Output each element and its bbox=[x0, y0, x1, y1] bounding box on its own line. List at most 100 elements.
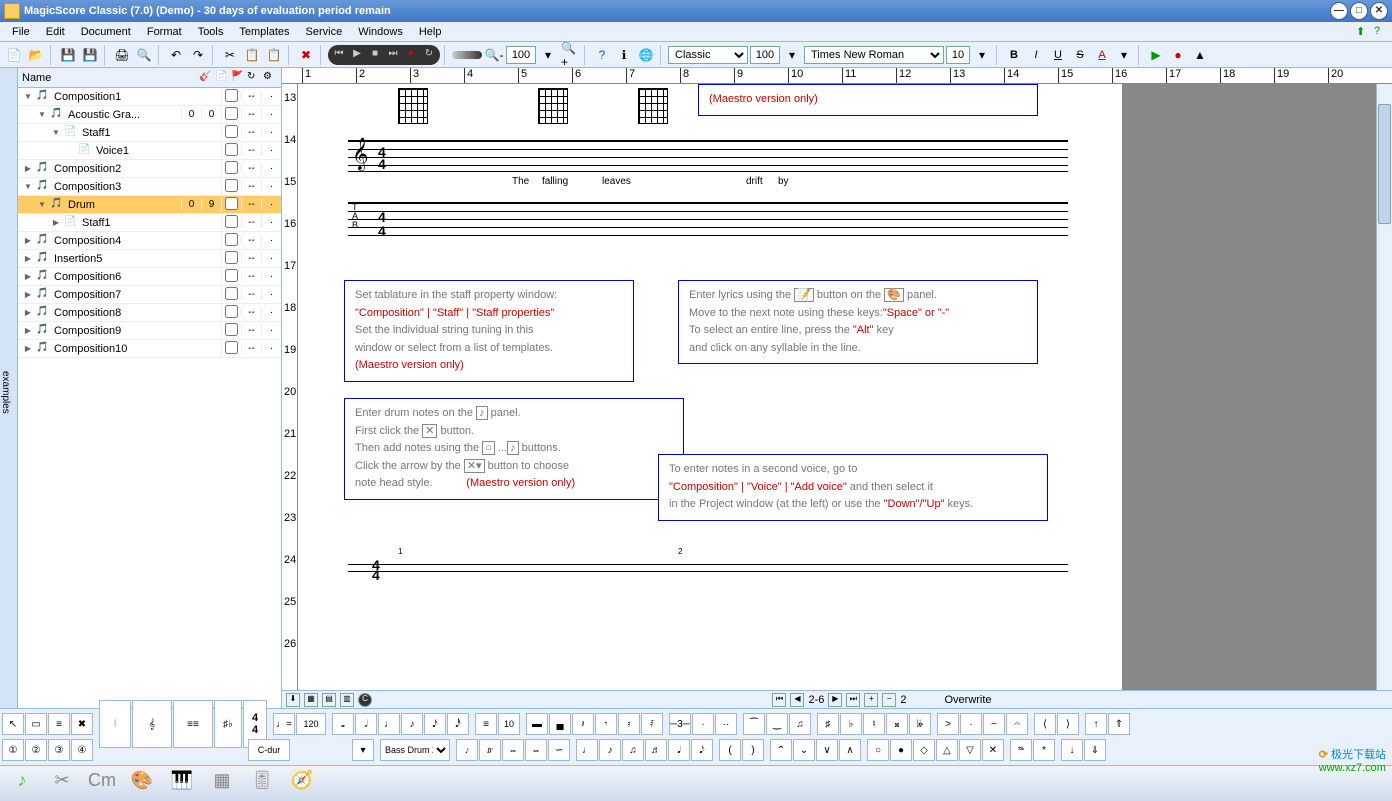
double-dot-button[interactable]: ·· bbox=[715, 713, 737, 735]
status-icon-2[interactable]: ▦ bbox=[304, 693, 318, 707]
style-select[interactable]: Classic bbox=[668, 46, 748, 64]
octave-down-button[interactable]: ↓ bbox=[1061, 739, 1083, 761]
eraser-tool[interactable]: ✖ bbox=[71, 713, 93, 735]
record-button[interactable]: ● bbox=[404, 48, 418, 62]
crescendo-button[interactable]: ⟨ bbox=[1034, 713, 1056, 735]
mixer-mode-icon[interactable]: 🎚 bbox=[248, 770, 276, 798]
tab-lines-input[interactable] bbox=[498, 713, 520, 735]
glyph-6[interactable]: ✕ bbox=[982, 739, 1004, 761]
page-prev-button[interactable]: ◀ bbox=[790, 693, 804, 707]
whole-note-button[interactable]: 𝅝 bbox=[332, 713, 354, 735]
pedal-up-button[interactable]: * bbox=[1033, 739, 1055, 761]
stop-button[interactable]: ■ bbox=[368, 48, 382, 62]
tree-row[interactable]: ▼🎵Composition1--· bbox=[18, 88, 281, 106]
tab-lines-button[interactable]: ≡ bbox=[475, 713, 497, 735]
page-add-button[interactable]: + bbox=[864, 693, 878, 707]
page-last-button[interactable]: ⏭ bbox=[846, 693, 860, 707]
gear-icon[interactable]: ⚙ bbox=[263, 71, 277, 85]
paste-button[interactable]: 📋 bbox=[264, 45, 284, 65]
menu-tools[interactable]: Tools bbox=[190, 24, 232, 40]
delete-button[interactable]: ✖ bbox=[296, 45, 316, 65]
web-button[interactable]: 🌐 bbox=[636, 45, 656, 65]
glyph-3[interactable]: ◇ bbox=[913, 739, 935, 761]
palette-mode-icon[interactable]: 🎨 bbox=[128, 770, 156, 798]
examples-tab[interactable]: examples bbox=[0, 68, 18, 708]
tree-row[interactable]: ▼🎵Composition3--· bbox=[18, 178, 281, 196]
guitar-icon[interactable]: 🎸 bbox=[199, 71, 213, 85]
font-size-dropdown-icon[interactable]: ▾ bbox=[972, 45, 992, 65]
metronome-button[interactable]: ▲ bbox=[1190, 45, 1210, 65]
zoom-dropdown-icon[interactable]: ▾ bbox=[538, 45, 558, 65]
underline-button[interactable]: U bbox=[1048, 45, 1068, 65]
redo-button[interactable]: ↷ bbox=[188, 45, 208, 65]
tree-row[interactable]: ▶🎵Composition2--· bbox=[18, 160, 281, 178]
status-icon-5[interactable]: C bbox=[358, 693, 372, 707]
print-button[interactable]: 🖨 bbox=[112, 45, 132, 65]
note-var-4[interactable]: ♬ bbox=[645, 739, 667, 761]
page-next-button[interactable]: ▶ bbox=[828, 693, 842, 707]
staff-tool[interactable]: ≡≡ bbox=[173, 700, 213, 748]
quarter-note-button[interactable]: ♩ bbox=[378, 713, 400, 735]
font-color-dropdown-icon[interactable]: ▾ bbox=[1114, 45, 1134, 65]
document-page[interactable]: (Maestro version only) 𝄞 4 4 The falling… bbox=[298, 84, 1122, 690]
project-tree[interactable]: ▼🎵Composition1--·▼🎵Acoustic Gra...00--·▼… bbox=[18, 88, 281, 708]
score-icon[interactable]: 📄 bbox=[215, 71, 229, 85]
guitar-mode-icon[interactable]: ▦ bbox=[208, 770, 236, 798]
save-button[interactable]: 💾 bbox=[58, 45, 78, 65]
bold-button[interactable]: B bbox=[1004, 45, 1024, 65]
articulation-2[interactable]: ⌄ bbox=[793, 739, 815, 761]
sharp-button[interactable]: ♯ bbox=[817, 713, 839, 735]
note-var-1[interactable]: ♩ bbox=[576, 739, 598, 761]
text-tool[interactable]: ≡ bbox=[48, 713, 70, 735]
new-button[interactable]: 📄 bbox=[4, 45, 24, 65]
articulation-4[interactable]: ∧ bbox=[839, 739, 861, 761]
tree-row[interactable]: ▼📄Staff1--· bbox=[18, 124, 281, 142]
status-icon-3[interactable]: ▤ bbox=[322, 693, 336, 707]
record-score-button[interactable]: ● bbox=[1168, 45, 1188, 65]
tree-row[interactable]: 📄Voice1--· bbox=[18, 142, 281, 160]
fermata-button[interactable]: 𝄐 bbox=[1006, 713, 1028, 735]
beam-button[interactable]: ♫ bbox=[789, 713, 811, 735]
status-icon-1[interactable]: ⬇ bbox=[286, 693, 300, 707]
dot-button[interactable]: · bbox=[692, 713, 714, 735]
trill-button[interactable]: 𝆗 bbox=[502, 739, 524, 761]
flag-icon[interactable]: 🚩 bbox=[231, 71, 245, 85]
preview-button[interactable]: 🔍 bbox=[134, 45, 154, 65]
notes-mode-icon[interactable]: ♪ bbox=[8, 770, 36, 798]
layer-3-button[interactable]: ③ bbox=[48, 739, 70, 761]
double-sharp-button[interactable]: 𝄪 bbox=[886, 713, 908, 735]
play-score-button[interactable]: ▶ bbox=[1146, 45, 1166, 65]
tree-row[interactable]: ▶🎵Insertion5--· bbox=[18, 250, 281, 268]
eighth-note-button[interactable]: ♪ bbox=[401, 713, 423, 735]
rewind-button[interactable]: ⏮ bbox=[332, 48, 346, 62]
note-var-3[interactable]: ♫ bbox=[622, 739, 644, 761]
tempo-button[interactable]: ♩= bbox=[273, 713, 295, 735]
tuplet-3-button[interactable]: ─3─ bbox=[669, 713, 691, 735]
tree-row[interactable]: ▶🎵Composition4--· bbox=[18, 232, 281, 250]
layer-1-button[interactable]: ① bbox=[2, 739, 24, 761]
pedal-button[interactable]: 𝆮 bbox=[1010, 739, 1032, 761]
clef-label[interactable] bbox=[248, 739, 290, 761]
half-note-button[interactable]: 𝅗𝅥 bbox=[355, 713, 377, 735]
tempo-input[interactable] bbox=[296, 713, 326, 735]
info-button[interactable]: ℹ bbox=[614, 45, 634, 65]
note-var-2[interactable]: ♪ bbox=[599, 739, 621, 761]
drum-select[interactable]: Bass Drum 2 bbox=[380, 739, 450, 761]
drum-staff[interactable]: 4 4 1 2 bbox=[348, 564, 1068, 572]
mordent-button[interactable]: 𝆘 bbox=[525, 739, 547, 761]
tremolo-button[interactable]: 𝆖 bbox=[479, 739, 501, 761]
accent-button[interactable]: ˃ bbox=[937, 713, 959, 735]
menu-edit[interactable]: Edit bbox=[38, 24, 73, 40]
undo-button[interactable]: ↶ bbox=[166, 45, 186, 65]
compass-mode-icon[interactable]: 🧭 bbox=[288, 770, 316, 798]
save-all-button[interactable]: 💾 bbox=[80, 45, 100, 65]
thirtysecond-note-button[interactable]: 𝅘𝅥𝅰 bbox=[447, 713, 469, 735]
forward-button[interactable]: ⏭ bbox=[386, 48, 400, 62]
menu-file[interactable]: File bbox=[4, 24, 38, 40]
arrow-up-button[interactable]: ⇑ bbox=[1108, 713, 1130, 735]
sixteenth-rest-button[interactable]: 𝄿 bbox=[618, 713, 640, 735]
glyph-1[interactable]: ○ bbox=[867, 739, 889, 761]
note-var-6[interactable]: 𝅘𝅥𝅮 bbox=[691, 739, 713, 761]
maximize-button[interactable]: □ bbox=[1350, 2, 1368, 20]
natural-button[interactable]: ♮ bbox=[863, 713, 885, 735]
